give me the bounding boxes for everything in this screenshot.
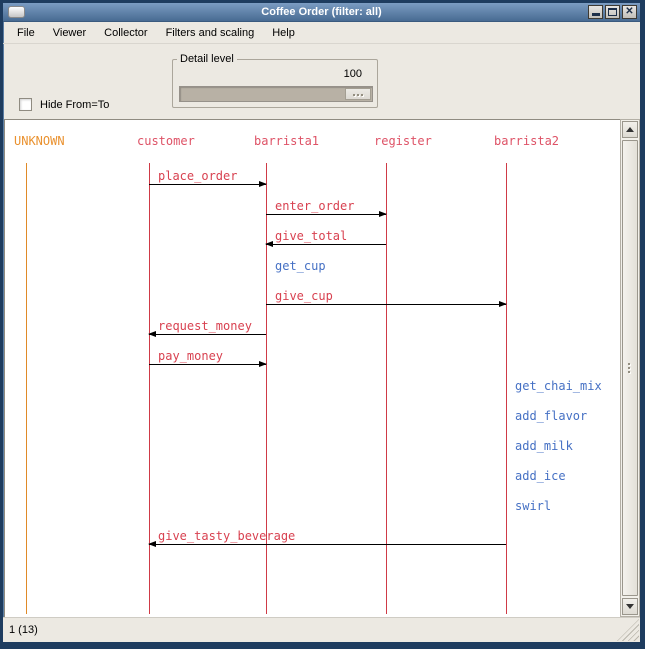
actor-label-customer[interactable]: customer: [137, 134, 195, 148]
scrollbar-grip-dots-icon: [628, 363, 630, 365]
menu-filters-and-scaling[interactable]: Filters and scaling: [157, 24, 264, 42]
event-label-get_chai_mix[interactable]: get_chai_mix: [515, 379, 602, 393]
message-arrow-give_cup[interactable]: [266, 304, 506, 305]
resize-grip[interactable]: [617, 619, 639, 641]
message-arrow-enter_order[interactable]: [266, 214, 386, 215]
event-label-add_milk[interactable]: add_milk: [515, 439, 573, 453]
diagram-layer: UNKNOWN customer barrista1 register barrista…: [5, 120, 620, 617]
maximize-icon: [608, 8, 617, 16]
actor-label-barrista2[interactable]: barrista2: [494, 134, 559, 148]
scroll-up-button[interactable]: [622, 121, 638, 138]
event-label-request_money[interactable]: request_money: [158, 319, 252, 333]
slider-grip-dots-icon: [353, 94, 355, 96]
hide-from-to-checkbox[interactable]: [19, 98, 32, 111]
menubar: File Viewer Collector Filters and scalin…: [3, 22, 640, 44]
event-label-swirl[interactable]: swirl: [515, 499, 551, 513]
menu-viewer[interactable]: Viewer: [44, 24, 95, 42]
titlebar[interactable]: Coffee Order (filter: all) ✕: [3, 3, 640, 22]
actor-label-barrista1[interactable]: barrista1: [254, 134, 319, 148]
status-text: 1 (13): [3, 624, 38, 636]
scroll-down-button[interactable]: [622, 598, 638, 615]
statusbar: 1 (13): [3, 617, 640, 642]
event-label-pay_money[interactable]: pay_money: [158, 349, 223, 363]
detail-level-label: Detail level: [177, 53, 237, 65]
close-button[interactable]: ✕: [622, 5, 637, 19]
lifeline-UNKNOWN: [26, 163, 27, 614]
arrowhead-icon: [148, 541, 156, 547]
lifeline-register: [386, 163, 387, 614]
scrollbar-thumb[interactable]: [622, 140, 638, 596]
event-label-give_tasty_beverage[interactable]: give_tasty_beverage: [158, 529, 295, 543]
arrowhead-icon: [265, 241, 273, 247]
vertical-scrollbar[interactable]: [620, 119, 640, 617]
app-window: Coffee Order (filter: all) ✕ File Viewer…: [0, 0, 645, 649]
detail-level-slider[interactable]: [179, 86, 373, 102]
window-title: Coffee Order (filter: all): [3, 6, 640, 18]
arrow-up-icon: [626, 127, 634, 132]
event-label-place_order[interactable]: place_order: [158, 169, 237, 183]
control-panel: Hide From=To Hide (excluded actors) Deta…: [3, 44, 640, 119]
event-label-add_ice[interactable]: add_ice: [515, 469, 566, 483]
detail-level-slider-handle[interactable]: [345, 88, 371, 100]
arrowhead-icon: [148, 331, 156, 337]
arrowhead-icon: [499, 301, 507, 307]
event-label-give_cup[interactable]: give_cup: [275, 289, 333, 303]
lifeline-barrista2: [506, 163, 507, 614]
message-arrow-place_order[interactable]: [149, 184, 266, 185]
maximize-button[interactable]: [605, 5, 620, 19]
message-arrow-request_money[interactable]: [149, 334, 266, 335]
event-label-give_total[interactable]: give_total: [275, 229, 347, 243]
actor-label-UNKNOWN[interactable]: UNKNOWN: [14, 134, 65, 148]
message-arrow-give_total[interactable]: [266, 244, 386, 245]
actor-label-register[interactable]: register: [374, 134, 432, 148]
hide-from-to-label[interactable]: Hide From=To: [40, 99, 109, 111]
message-arrow-pay_money[interactable]: [149, 364, 266, 365]
message-arrow-give_tasty_beverage[interactable]: [149, 544, 506, 545]
arrowhead-icon: [259, 361, 267, 367]
arrowhead-icon: [379, 211, 387, 217]
detail-level-groupbox: Detail level 100: [172, 59, 378, 108]
menu-collector[interactable]: Collector: [95, 24, 156, 42]
menu-help[interactable]: Help: [263, 24, 304, 42]
event-label-add_flavor[interactable]: add_flavor: [515, 409, 587, 423]
sequence-diagram-canvas[interactable]: UNKNOWN customer barrista1 register barrista…: [4, 119, 620, 617]
event-label-get_cup[interactable]: get_cup: [275, 259, 326, 273]
arrowhead-icon: [259, 181, 267, 187]
detail-level-value: 100: [344, 68, 362, 80]
menu-file[interactable]: File: [8, 24, 44, 42]
arrow-down-icon: [626, 604, 634, 609]
minimize-button[interactable]: [588, 5, 603, 19]
lifeline-barrista1: [266, 163, 267, 614]
event-label-enter_order[interactable]: enter_order: [275, 199, 354, 213]
minimize-icon: [592, 13, 600, 16]
close-icon: ✕: [625, 7, 633, 17]
